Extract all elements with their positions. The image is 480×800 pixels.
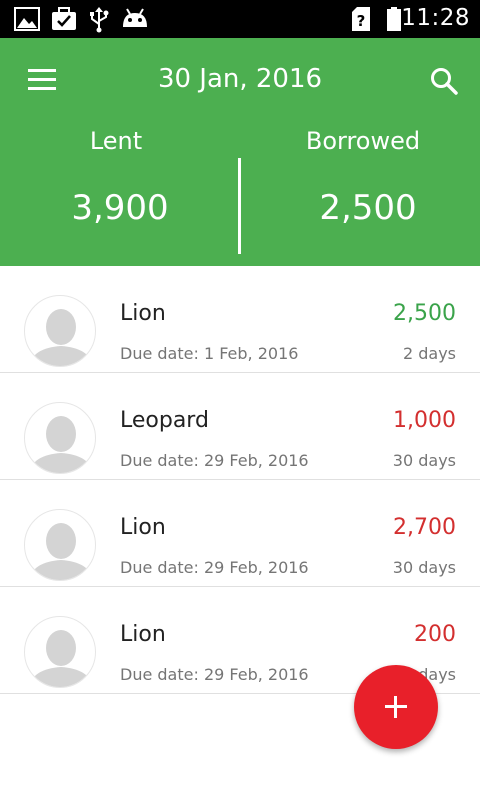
briefcase-check-icon xyxy=(52,7,76,30)
amount: 1,000 xyxy=(393,408,456,433)
person-name: Lion xyxy=(120,301,166,326)
person-icon xyxy=(29,630,93,687)
amount: 2,700 xyxy=(393,515,456,540)
list-item[interactable]: Lion Due date: 29 Feb, 2016 2,700 30 day… xyxy=(0,480,480,587)
days-remaining: 2 days xyxy=(402,344,456,363)
usb-icon xyxy=(90,7,109,33)
search-icon[interactable] xyxy=(429,66,459,96)
add-entry-button[interactable] xyxy=(354,665,438,749)
avatar xyxy=(24,295,96,367)
borrowed-value: 2,500 xyxy=(319,188,417,228)
person-icon xyxy=(29,309,93,366)
due-date: Due date: 1 Feb, 2016 xyxy=(120,344,299,363)
lent-label: Lent xyxy=(89,127,143,155)
amount: 200 xyxy=(414,622,456,647)
image-icon xyxy=(14,7,40,31)
person-icon xyxy=(29,523,93,580)
battery-icon xyxy=(387,7,401,31)
list-item[interactable]: Leopard Due date: 29 Feb, 2016 1,000 30 … xyxy=(0,373,480,480)
person-name: Lion xyxy=(120,622,166,647)
person-name: Lion xyxy=(120,515,166,540)
status-time: 11:28 xyxy=(401,5,470,31)
avatar xyxy=(24,616,96,688)
svg-text:?: ? xyxy=(357,12,366,30)
due-date: Due date: 29 Feb, 2016 xyxy=(120,665,309,684)
list-item[interactable]: Lion Due date: 1 Feb, 2016 2,500 2 days xyxy=(0,266,480,373)
summary-header: 30 Jan, 2016 Lent 3,900 Borrowed 2,500 xyxy=(0,38,480,266)
amount: 2,500 xyxy=(393,301,456,326)
summary-divider xyxy=(238,158,241,254)
debt-list: Lion Due date: 1 Feb, 2016 2,500 2 days … xyxy=(0,266,480,694)
borrowed-label: Borrowed xyxy=(305,127,421,155)
days-remaining: 30 days xyxy=(392,558,456,577)
due-date: Due date: 29 Feb, 2016 xyxy=(120,558,309,577)
current-date: 30 Jan, 2016 xyxy=(157,64,323,94)
lent-value: 3,900 xyxy=(71,188,169,228)
android-icon xyxy=(123,8,147,27)
days-remaining: 30 days xyxy=(392,451,456,470)
status-bar: ? 11:28 xyxy=(0,0,480,38)
avatar xyxy=(24,402,96,474)
no-sim-icon: ? xyxy=(352,7,370,31)
due-date: Due date: 29 Feb, 2016 xyxy=(120,451,309,470)
person-name: Leopard xyxy=(120,408,209,433)
avatar xyxy=(24,509,96,581)
person-icon xyxy=(29,416,93,473)
